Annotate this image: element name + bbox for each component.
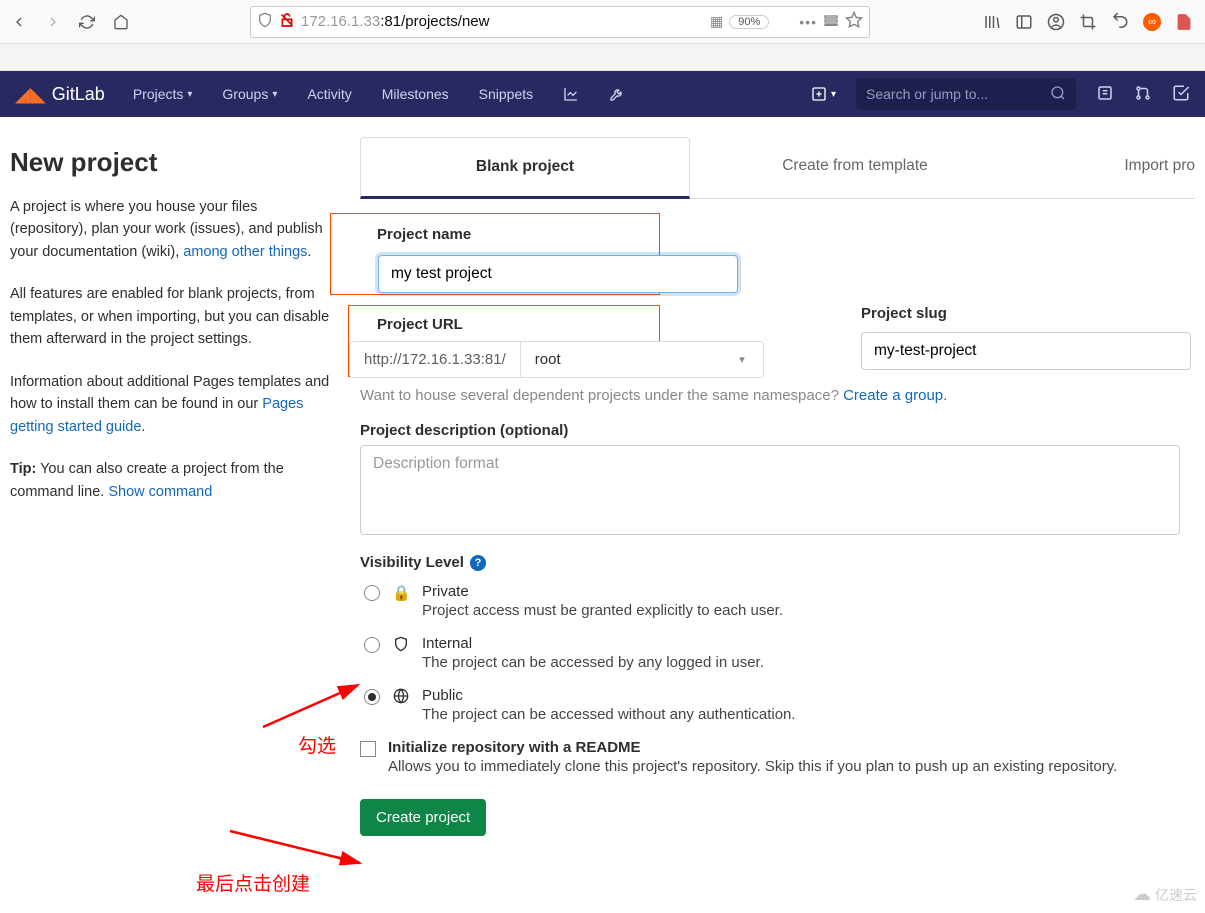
project-name-label: Project name — [377, 226, 643, 243]
nav-activity[interactable]: Activity — [295, 86, 363, 102]
search-input[interactable] — [866, 86, 1050, 102]
infinity-icon[interactable]: ∞ — [1143, 13, 1161, 31]
sidebar-para-4: Tip: You can also create a project from … — [10, 458, 330, 503]
watermark: ☁亿速云 — [1133, 884, 1197, 905]
main-content: Blank project Create from template Impor… — [360, 137, 1195, 836]
project-name-input[interactable] — [378, 255, 738, 293]
shield-icon — [392, 636, 410, 656]
show-command-link[interactable]: Show command — [108, 484, 212, 500]
svg-text:PDF: PDF — [1180, 21, 1191, 27]
readme-title: Initialize repository with a README — [388, 739, 1117, 756]
star-icon[interactable] — [845, 11, 863, 32]
radio-private[interactable] — [364, 585, 380, 601]
gitlab-logo[interactable]: ◢◣ GitLab — [15, 82, 105, 107]
pdf-icon[interactable]: PDF — [1175, 13, 1193, 31]
create-project-button[interactable]: Create project — [360, 799, 486, 836]
project-slug-input[interactable] — [861, 332, 1191, 370]
todo-icon[interactable] — [1172, 84, 1190, 105]
visibility-public[interactable]: PublicThe project can be accessed withou… — [360, 687, 1195, 723]
zoom-badge[interactable]: 90% — [729, 15, 769, 29]
sidebar: New project A project is where you house… — [10, 137, 330, 836]
create-group-link[interactable]: Create a group. — [843, 387, 947, 404]
nav-projects[interactable]: Projects▾ — [121, 86, 205, 102]
chart-icon[interactable] — [551, 86, 591, 102]
help-icon[interactable]: ? — [470, 555, 486, 571]
radio-public[interactable] — [364, 689, 380, 705]
library-icon[interactable] — [983, 13, 1001, 31]
namespace-hint: Want to house several dependent projects… — [360, 387, 1195, 404]
project-slug-label: Project slug — [861, 305, 1191, 322]
gitlab-brand-text: GitLab — [52, 84, 105, 105]
namespace-select[interactable]: root ▾ — [520, 341, 764, 378]
tab-create-template[interactable]: Create from template — [690, 137, 1020, 198]
nav-milestones[interactable]: Milestones — [370, 86, 461, 102]
more-icon[interactable]: ••• — [799, 14, 817, 30]
undo-icon[interactable] — [1111, 13, 1129, 31]
tab-blank-project[interactable]: Blank project — [360, 137, 690, 199]
visibility-label: Visibility Level? — [360, 554, 1195, 571]
sidebar-icon[interactable] — [1015, 13, 1033, 31]
lock-slash-icon — [279, 12, 295, 31]
project-url-base: http://172.16.1.33:81/ — [349, 341, 520, 378]
wrench-icon[interactable] — [597, 86, 637, 102]
lock-icon: 🔒 — [392, 584, 410, 602]
page-title: New project — [10, 147, 330, 178]
highlight-project-url: Project URL http://172.16.1.33:81/ root … — [348, 305, 660, 377]
home-button[interactable] — [106, 7, 136, 37]
gitlab-header: ◢◣ GitLab Projects▾ Groups▾ Activity Mil… — [0, 71, 1205, 117]
reader-icon[interactable] — [823, 12, 839, 31]
url-text: 172.16.1.33:81/projects/new — [301, 13, 704, 30]
chevron-down-icon: ▾ — [739, 353, 745, 366]
tab-import-project[interactable]: Import pro — [1114, 137, 1195, 198]
readme-desc: Allows you to immediately clone this pro… — [388, 758, 1117, 775]
description-label: Project description (optional) — [360, 422, 1195, 439]
crop-icon[interactable] — [1079, 13, 1097, 31]
readme-checkbox[interactable] — [360, 741, 376, 757]
reload-button[interactable] — [72, 7, 102, 37]
project-url-label: Project URL — [377, 316, 643, 333]
nav-snippets[interactable]: Snippets — [467, 86, 545, 102]
visibility-internal[interactable]: InternalThe project can be accessed by a… — [360, 635, 1195, 671]
url-bar[interactable]: 172.16.1.33:81/projects/new ▦ 90% ••• — [250, 6, 870, 38]
back-button[interactable] — [4, 7, 34, 37]
plus-button[interactable]: ▾ — [811, 86, 836, 102]
globe-icon — [392, 688, 410, 708]
radio-internal[interactable] — [364, 637, 380, 653]
tabs: Blank project Create from template Impor… — [360, 137, 1195, 199]
gitlab-icon: ◢◣ — [15, 82, 46, 107]
account-icon[interactable] — [1047, 13, 1065, 31]
shield-icon — [257, 12, 273, 31]
sidebar-para-2: All features are enabled for blank proje… — [10, 283, 330, 350]
forward-button[interactable] — [38, 7, 68, 37]
annotation-click-create: 最后点击创建 — [196, 869, 310, 896]
sidebar-para-3: Information about additional Pages templ… — [10, 371, 330, 438]
header-search[interactable] — [856, 78, 1076, 110]
search-icon — [1050, 85, 1066, 104]
visibility-private[interactable]: 🔒 PrivateProject access must be granted … — [360, 583, 1195, 619]
qr-icon[interactable]: ▦ — [710, 13, 723, 30]
merge-icon[interactable] — [1134, 84, 1152, 105]
issues-icon[interactable] — [1096, 84, 1114, 105]
among-other-link[interactable]: among other things — [183, 244, 307, 260]
description-input[interactable] — [360, 445, 1180, 535]
readme-option[interactable]: Initialize repository with a README Allow… — [360, 739, 1195, 775]
sidebar-para-1: A project is where you house your files … — [10, 196, 330, 263]
browser-toolbar: 172.16.1.33:81/projects/new ▦ 90% ••• ∞ … — [0, 0, 1205, 44]
nav-groups[interactable]: Groups▾ — [210, 86, 289, 102]
